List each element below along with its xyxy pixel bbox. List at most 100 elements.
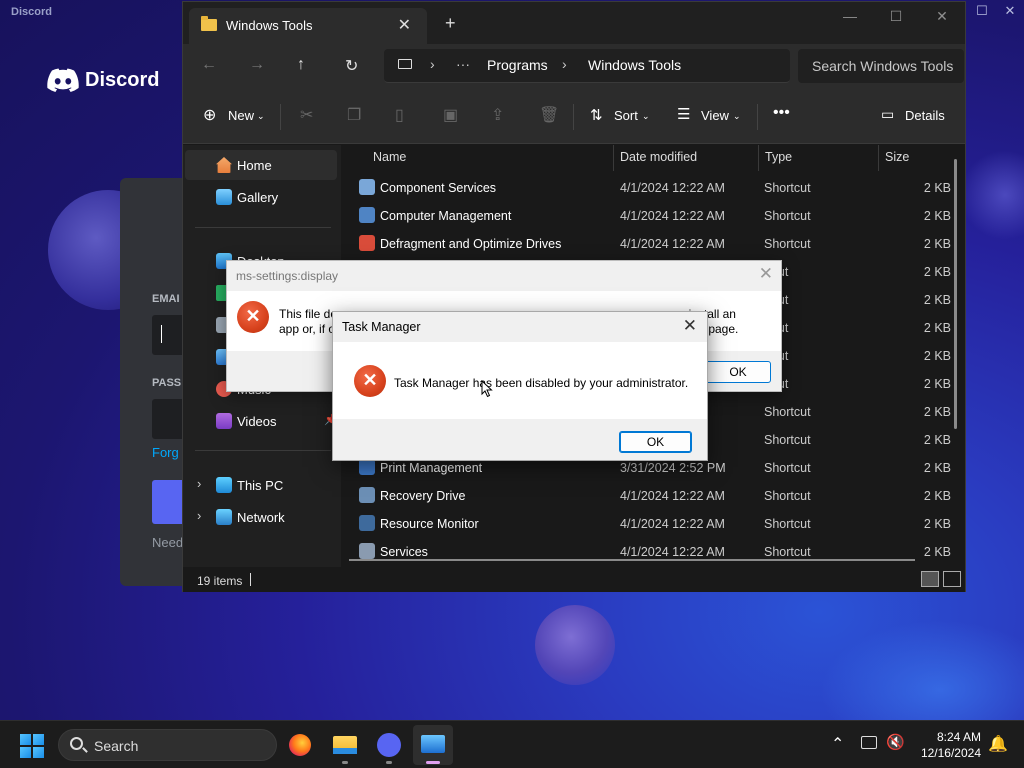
breadcrumb[interactable]: › ··· Programs › Windows Tools [384, 49, 790, 83]
notifications-bell-icon[interactable]: 🔔 [988, 734, 1008, 754]
sort-button[interactable]: Sort [614, 108, 638, 123]
column-header-size[interactable]: Size [879, 145, 909, 171]
file-name: Recovery Drive [380, 489, 466, 503]
dialog-message: Task Manager has been disabled by your a… [394, 376, 689, 390]
shortcut-icon [359, 235, 375, 251]
search-input[interactable]: Search Windows Tools [798, 49, 964, 83]
chevron-right-icon[interactable]: › [197, 476, 201, 491]
shortcut-icon [359, 487, 375, 503]
ok-button[interactable]: OK [705, 361, 771, 383]
table-row[interactable]: Computer Management 4/1/2024 12:22 AM Shor… [341, 201, 951, 229]
close-icon[interactable]: ✕ [919, 2, 965, 32]
breadcrumb-windows-tools[interactable]: Windows Tools [588, 57, 681, 73]
show-hidden-icons-icon[interactable]: ⌃ [831, 734, 844, 754]
details-button[interactable]: Details [905, 108, 945, 123]
close-icon[interactable]: ✕ [683, 316, 697, 336]
new-tab-icon[interactable]: + [445, 13, 456, 34]
discord-window-title: Discord [11, 6, 52, 18]
column-header-name[interactable]: Name [367, 145, 406, 171]
divider [280, 104, 281, 130]
running-indicator [426, 761, 440, 764]
column-header-date[interactable]: Date modified [614, 145, 697, 171]
sidebar-item-label: Home [237, 158, 272, 173]
password-label: PASS [152, 377, 182, 389]
file-date: 4/1/2024 12:22 AM [620, 237, 725, 251]
search-label: Search [94, 738, 139, 754]
table-row[interactable]: Component Services 4/1/2024 12:22 AM Short… [341, 173, 951, 201]
start-button[interactable] [20, 734, 44, 758]
sidebar-item-network[interactable]: › Network [185, 502, 337, 532]
email-label: EMAI [152, 293, 180, 305]
tab-close-icon[interactable]: ✕ [398, 15, 411, 35]
details-pane-icon: ▭ [881, 106, 895, 122]
rename-icon[interactable]: ▣ [443, 105, 458, 125]
minimize-icon[interactable]: — [827, 2, 873, 32]
firefox-app[interactable] [280, 725, 320, 765]
maximize-icon[interactable]: ☐ [873, 2, 919, 32]
delete-icon[interactable]: 🗑 [539, 105, 559, 125]
ok-button[interactable]: OK [619, 431, 692, 453]
sidebar-item-videos[interactable]: Videos 📌 [185, 406, 338, 436]
network-status-icon[interactable] [861, 736, 877, 749]
running-indicator [342, 761, 348, 764]
vertical-scrollbar[interactable] [954, 159, 957, 429]
volume-muted-icon[interactable]: 🔇 [886, 733, 905, 751]
discord-logo-text: Discord [85, 68, 160, 91]
taskbar-search[interactable]: Search [58, 729, 277, 761]
table-row[interactable]: Resource Monitor 4/1/2024 12:22 AM Shortcu… [341, 509, 951, 537]
command-bar: ⊕ New ⌄ ✂ ❐ ▯ ▣ ⇪ 🗑 ⇅ Sort ⌄ ☰ View ⌄ ••… [183, 90, 965, 144]
message-fragment: app or, if o [279, 322, 336, 336]
forgot-password-link[interactable]: Forg [152, 445, 179, 460]
table-row[interactable]: Recovery Drive 4/1/2024 12:22 AM Shortcut 2… [341, 481, 951, 509]
windows-logo-tile [20, 734, 31, 745]
divider [195, 227, 331, 228]
file-size: 2 KB [923, 237, 951, 251]
remote-desktop-app[interactable] [413, 725, 453, 765]
file-date: 4/1/2024 12:22 AM [620, 181, 725, 195]
sidebar-item-gallery[interactable]: Gallery [185, 182, 337, 212]
folder-icon [201, 16, 217, 31]
explorer-tab[interactable]: Windows Tools ✕ [189, 8, 427, 44]
back-arrow-icon[interactable]: ← [201, 56, 217, 74]
view-icon: ☰ [677, 106, 691, 123]
sidebar-item-home[interactable]: Home [185, 150, 337, 180]
file-size: 2 KB [923, 265, 951, 279]
system-clock[interactable]: 8:24 AM 12/16/2024 [917, 729, 981, 761]
chevron-down-icon: ⌄ [642, 111, 650, 121]
file-size: 2 KB [923, 461, 951, 475]
tab-title: Windows Tools [226, 18, 313, 33]
chevron-right-icon: › [562, 56, 567, 72]
explorer-tabbar: Windows Tools ✕ + — ☐ ✕ [183, 2, 965, 44]
cut-icon[interactable]: ✂ [300, 105, 313, 125]
file-type: Shortcut [764, 405, 811, 419]
table-row[interactable]: Defragment and Optimize Drives 4/1/2024 1… [341, 229, 951, 257]
close-icon[interactable]: ✕ [759, 264, 773, 284]
column-header-type[interactable]: Type [759, 145, 792, 171]
paste-icon[interactable]: ▯ [395, 105, 404, 125]
share-icon[interactable]: ⇪ [491, 105, 504, 125]
chevron-right-icon[interactable]: › [197, 508, 201, 523]
details-view-icon[interactable] [921, 571, 939, 587]
file-size: 2 KB [923, 293, 951, 307]
breadcrumb-programs[interactable]: Programs [487, 57, 548, 73]
large-icons-view-icon[interactable] [943, 571, 961, 587]
horizontal-scrollbar[interactable] [349, 559, 915, 561]
more-options-icon[interactable]: ••• [773, 104, 790, 122]
close-icon[interactable]: ✕ [996, 0, 1024, 24]
more-crumbs-icon[interactable]: ··· [456, 56, 470, 72]
forward-arrow-icon[interactable]: → [249, 56, 265, 74]
view-button[interactable]: View [701, 108, 729, 123]
item-count: 19 items [197, 574, 243, 588]
sidebar-item-this-pc[interactable]: › This PC [185, 470, 337, 500]
discord-app[interactable] [369, 725, 409, 765]
maximize-icon[interactable]: ☐ [968, 0, 996, 24]
firefox-icon [289, 734, 311, 756]
new-button[interactable]: New [228, 108, 254, 123]
file-explorer-app[interactable] [325, 725, 365, 765]
discord-titlebar: Discord [0, 0, 185, 24]
address-bar-row: ← → ↑ ↻ › ··· Programs › Windows Tools S… [183, 44, 965, 90]
error-icon: ✕ [237, 301, 269, 333]
refresh-icon[interactable]: ↻ [345, 56, 358, 76]
copy-icon[interactable]: ❐ [347, 105, 361, 125]
up-arrow-icon[interactable]: ↑ [297, 56, 305, 74]
